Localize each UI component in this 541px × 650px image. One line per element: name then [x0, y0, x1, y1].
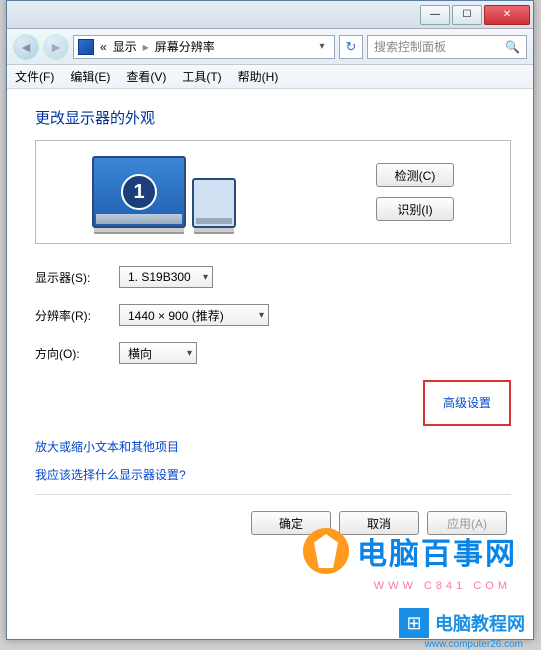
monitor-diagram[interactable]: 1 [92, 156, 236, 228]
monitor-1[interactable]: 1 [92, 156, 186, 228]
watermark-url: WWW C841 COM [374, 580, 511, 592]
page-title: 更改显示器的外观 [35, 107, 511, 128]
navigation-bar: ◄ ► « 显示 ▸ 屏幕分辨率 ▾ ↻ 搜索控制面板 🔍 [7, 29, 533, 65]
breadcrumb-display[interactable]: 显示 [113, 38, 137, 55]
divider [35, 494, 511, 495]
close-button[interactable]: ✕ [484, 5, 530, 25]
watermark2-url: www.computer26.com [425, 639, 523, 650]
text-size-link[interactable]: 放大或缩小文本和其他项目 [35, 440, 179, 454]
search-box[interactable]: 搜索控制面板 🔍 [367, 35, 527, 59]
back-button[interactable]: ◄ [13, 34, 39, 60]
display-preview: 1 检测(C) 识别(I) [35, 140, 511, 244]
which-settings-link[interactable]: 我应该选择什么显示器设置? [35, 468, 186, 482]
advanced-settings-highlight: 高级设置 [423, 380, 511, 426]
chevron-down-icon: ▾ [203, 272, 208, 283]
display-value: 1. S19B300 [128, 270, 191, 284]
breadcrumb-prefix: « [100, 40, 107, 54]
detect-button[interactable]: 检测(C) [376, 163, 454, 187]
advanced-settings-link[interactable]: 高级设置 [443, 396, 491, 410]
orientation-select[interactable]: 横向 ▾ [119, 342, 197, 364]
menu-edit[interactable]: 编辑(E) [70, 68, 110, 85]
menu-file[interactable]: 文件(F) [15, 68, 54, 85]
menu-help[interactable]: 帮助(H) [238, 68, 279, 85]
watermark-logo-icon [303, 528, 349, 574]
maximize-button[interactable]: ☐ [452, 5, 482, 25]
monitor-taskbar [96, 214, 182, 224]
display-select[interactable]: 1. S19B300 ▾ [119, 266, 213, 288]
address-dropdown-icon[interactable]: ▾ [314, 41, 330, 52]
chevron-down-icon: ▾ [259, 310, 264, 321]
orientation-value: 横向 [128, 345, 152, 362]
monitor-number-badge: 1 [121, 174, 157, 210]
search-placeholder: 搜索控制面板 [374, 38, 446, 55]
watermark2-text: 电脑教程网 [435, 610, 525, 636]
breadcrumb-resolution[interactable]: 屏幕分辨率 [155, 38, 215, 55]
minimize-button[interactable]: — [420, 5, 450, 25]
menu-view[interactable]: 查看(V) [126, 68, 166, 85]
monitor-2-disabled[interactable] [192, 178, 236, 228]
control-panel-icon [78, 39, 94, 55]
content-area: 更改显示器的外观 1 检测(C) 识别(I) 显示器(S): 1. S19 [7, 89, 533, 543]
address-bar[interactable]: « 显示 ▸ 屏幕分辨率 ▾ [73, 35, 335, 59]
resolution-label: 分辨率(R): [35, 307, 119, 324]
breadcrumb-separator: ▸ [143, 40, 149, 54]
titlebar: — ☐ ✕ [7, 1, 533, 29]
identify-button[interactable]: 识别(I) [376, 197, 454, 221]
refresh-button[interactable]: ↻ [339, 35, 363, 59]
chevron-down-icon: ▾ [187, 348, 192, 359]
watermark2-logo-icon: ⊞ [399, 608, 429, 638]
watermark-pcbaishi: 电脑百事网 [303, 528, 517, 574]
watermark-computer26: ⊞ 电脑教程网 [399, 608, 525, 638]
menu-tools[interactable]: 工具(T) [182, 68, 221, 85]
search-icon: 🔍 [505, 40, 520, 54]
watermark-text: 电脑百事网 [357, 529, 517, 573]
help-links: 放大或缩小文本和其他项目 我应该选择什么显示器设置? [35, 438, 511, 484]
forward-button[interactable]: ► [43, 34, 69, 60]
orientation-label: 方向(O): [35, 345, 119, 362]
settings-form: 显示器(S): 1. S19B300 ▾ 分辨率(R): 1440 × 900 … [35, 266, 511, 364]
resolution-value: 1440 × 900 (推荐) [128, 307, 224, 324]
preview-buttons: 检测(C) 识别(I) [376, 163, 454, 221]
display-label: 显示器(S): [35, 269, 119, 286]
menu-bar: 文件(F) 编辑(E) 查看(V) 工具(T) 帮助(H) [7, 65, 533, 89]
resolution-select[interactable]: 1440 × 900 (推荐) ▾ [119, 304, 269, 326]
monitor-taskbar [196, 218, 232, 224]
